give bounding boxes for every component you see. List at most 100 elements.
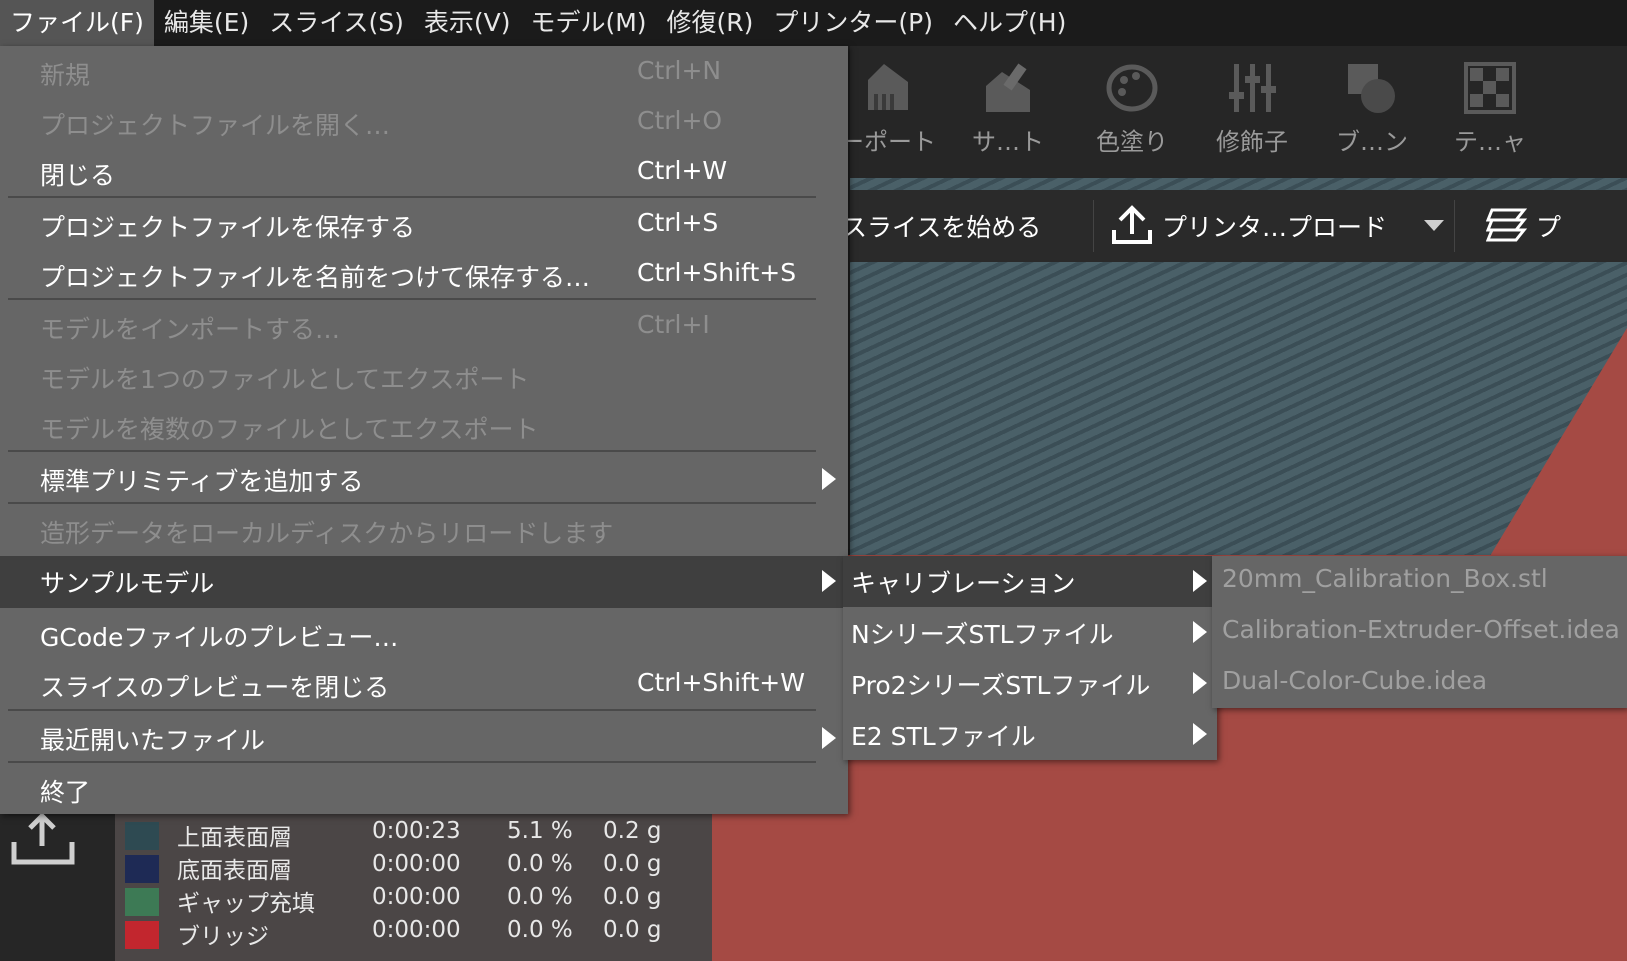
menu-item-shortcut: Ctrl+Shift+S — [637, 258, 797, 287]
submenu-item-extruder-offset[interactable]: Calibration-Extruder-Offset.idea — [1212, 607, 1627, 658]
layers-icon — [1486, 208, 1528, 242]
submenu-arrow-icon — [1193, 672, 1207, 694]
slice-bar-separator — [1454, 200, 1455, 252]
third-action-button[interactable]: プ — [1536, 208, 1561, 244]
menu-item-export-multiple[interactable]: モデルを複数のファイルとしてエクスポート — [0, 402, 848, 452]
tool-modifier[interactable]: 修飾子 — [1192, 46, 1312, 178]
table-row: 底面表面層 0:00:00 0.0 % 0.0 g — [125, 851, 705, 884]
start-slice-button[interactable]: スライスを始める — [842, 208, 1041, 244]
menu-file[interactable]: ファイル(F) — [0, 0, 154, 46]
menu-separator — [8, 761, 816, 763]
menu-item-shortcut: Ctrl+I — [637, 310, 710, 339]
menu-item-label: プロジェクトファイルを開く… — [40, 111, 391, 140]
menu-item-close-preview[interactable]: スライスのプレビューを閉じる Ctrl+Shift+W — [0, 660, 848, 710]
menu-item-label: サンプルモデル — [40, 569, 215, 598]
chevron-down-icon[interactable] — [1424, 220, 1444, 231]
tool-boolean-label: ブ…ン — [1336, 128, 1408, 156]
stat-time: 0:00:23 — [372, 818, 461, 844]
menu-item-save-project[interactable]: プロジェクトファイルを保存する Ctrl+S — [0, 200, 848, 250]
menu-separator — [8, 502, 816, 504]
tool-boolean[interactable]: ブ…ン — [1312, 46, 1432, 178]
menu-item-close[interactable]: 閉じる Ctrl+W — [0, 148, 848, 198]
menu-item-label: Calibration-Extruder-Offset.idea — [1222, 615, 1620, 644]
submenu-arrow-icon — [822, 570, 836, 592]
color-swatch — [125, 822, 159, 850]
submenu-item-pro2-series[interactable]: Pro2シリーズSTLファイル — [843, 658, 1217, 709]
menu-repair[interactable]: 修復(R) — [657, 0, 764, 46]
menu-printer[interactable]: プリンター(P) — [763, 0, 943, 46]
menu-item-label: NシリーズSTLファイル — [851, 620, 1114, 649]
stat-mass: 0.0 g — [603, 917, 662, 943]
menu-item-label: キャリブレーション — [851, 569, 1076, 598]
slice-bar-separator — [1093, 200, 1094, 252]
menu-item-recent-files[interactable]: 最近開いたファイル — [0, 713, 848, 763]
stat-mass: 0.0 g — [603, 851, 662, 877]
submenu-arrow-icon — [1193, 570, 1207, 592]
menu-item-sample-models[interactable]: サンプルモデル — [0, 556, 848, 608]
stat-time: 0:00:00 — [372, 884, 461, 910]
modifier-sliders-icon — [1229, 64, 1276, 112]
menu-item-label: 最近開いたファイル — [40, 726, 266, 755]
menu-item-save-project-as[interactable]: プロジェクトファイルを名前をつけて保存する… Ctrl+Shift+S — [0, 250, 848, 300]
menu-model[interactable]: モデル(M) — [520, 0, 656, 46]
submenu-item-calibration[interactable]: キャリブレーション — [843, 556, 1217, 607]
menu-item-label: 終了 — [40, 778, 91, 807]
submenu-item-calibration-box[interactable]: 20mm_Calibration_Box.stl — [1212, 556, 1627, 607]
table-row: ブリッジ 0:00:00 0.0 % 0.0 g — [125, 917, 705, 950]
menu-separator — [8, 450, 816, 452]
menu-item-shortcut: Ctrl+W — [637, 156, 728, 185]
tool-texture[interactable]: テ…ャ — [1430, 46, 1550, 178]
tool-support-paint-label: サ…ト — [972, 128, 1044, 156]
menu-view[interactable]: 表示(V) — [414, 0, 521, 46]
menu-item-label: E2 STLファイル — [851, 722, 1036, 751]
menu-item-label: モデルをインポートする… — [40, 315, 341, 344]
menu-item-import-model[interactable]: モデルをインポートする… Ctrl+I — [0, 302, 848, 352]
menu-item-label: 20mm_Calibration_Box.stl — [1222, 564, 1548, 593]
stat-mass: 0.0 g — [603, 884, 662, 910]
menu-item-label: モデルを複数のファイルとしてエクスポート — [40, 415, 539, 444]
submenu-item-e2[interactable]: E2 STLファイル — [843, 709, 1217, 760]
menu-item-label: モデルを1つのファイルとしてエクスポート — [40, 365, 530, 394]
export-icon[interactable] — [10, 814, 76, 868]
boolean-icon — [1348, 64, 1395, 113]
stat-percent: 0.0 % — [507, 884, 573, 910]
menu-item-label: Pro2シリーズSTLファイル — [851, 671, 1151, 700]
submenu-arrow-icon — [1193, 723, 1207, 745]
table-row: ギャップ充填 0:00:00 0.0 % 0.0 g — [125, 884, 705, 917]
tool-color-paint-label: 色塗り — [1096, 128, 1168, 156]
menu-item-preview-gcode[interactable]: GCodeファイルのプレビュー… — [0, 610, 848, 660]
support-icon — [868, 64, 908, 110]
menu-item-exit[interactable]: 終了 — [0, 765, 848, 815]
menu-separator — [8, 709, 816, 711]
submenu-arrow-icon — [822, 468, 836, 490]
menu-bar: ファイル(F) 編集(E) スライス(S) 表示(V) モデル(M) 修復(R)… — [0, 0, 1627, 46]
menu-item-label: プロジェクトファイルを名前をつけて保存する… — [40, 263, 591, 292]
support-paint-icon — [986, 63, 1030, 112]
submenu-item-n-series[interactable]: NシリーズSTLファイル — [843, 607, 1217, 658]
menu-item-shortcut: Ctrl+Shift+W — [637, 668, 805, 697]
menu-edit[interactable]: 編集(E) — [154, 0, 259, 46]
color-swatch — [125, 921, 159, 949]
tool-support-paint[interactable]: サ…ト — [948, 46, 1068, 178]
menu-item-reload-from-disk[interactable]: 造形データをローカルディスクからリロードします — [0, 506, 848, 556]
menu-item-label: 造形データをローカルディスクからリロードします — [40, 519, 614, 548]
menu-item-label: Dual-Color-Cube.idea — [1222, 666, 1488, 695]
table-row: 上面表面層 0:00:23 5.1 % 0.2 g — [125, 818, 705, 851]
upload-to-printer-button[interactable]: プリンタ…プロード — [1162, 208, 1387, 244]
menu-help[interactable]: ヘルプ(H) — [943, 0, 1076, 46]
tool-texture-label: テ…ャ — [1454, 128, 1526, 156]
menu-item-shortcut: Ctrl+S — [637, 208, 719, 237]
menu-item-new[interactable]: 新規 Ctrl+N — [0, 48, 848, 98]
upload-icon — [1112, 205, 1152, 244]
tool-color-paint[interactable]: 色塗り — [1072, 46, 1192, 178]
sample-models-submenu: キャリブレーション NシリーズSTLファイル Pro2シリーズSTLファイル E… — [843, 556, 1217, 760]
menu-slice[interactable]: スライス(S) — [259, 0, 414, 46]
menu-item-label: 新規 — [40, 61, 91, 90]
color-swatch — [125, 888, 159, 916]
menu-item-open-project[interactable]: プロジェクトファイルを開く… Ctrl+O — [0, 98, 848, 148]
menu-item-add-primitive[interactable]: 標準プリミティブを追加する — [0, 454, 848, 504]
left-side-panel — [0, 810, 115, 961]
submenu-item-dual-color-cube[interactable]: Dual-Color-Cube.idea — [1212, 658, 1627, 708]
menu-item-export-single[interactable]: モデルを1つのファイルとしてエクスポート — [0, 352, 848, 402]
menu-item-label: プロジェクトファイルを保存する — [40, 213, 416, 242]
